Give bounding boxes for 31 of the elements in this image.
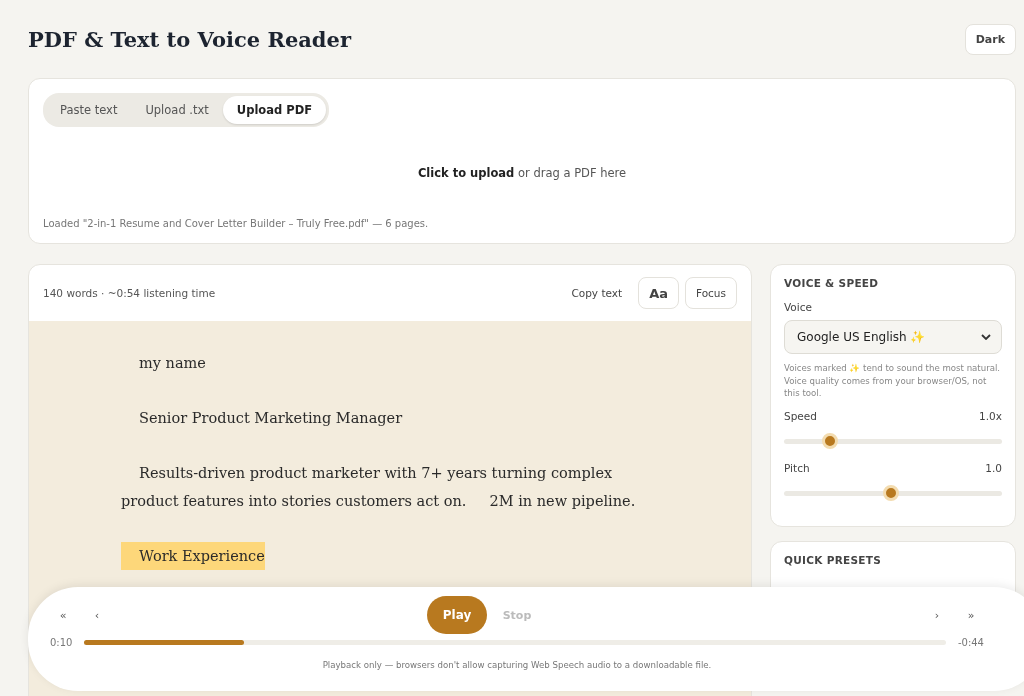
slider-thumb[interactable] xyxy=(882,484,899,501)
source-tab[interactable]: Upload .txt xyxy=(131,96,223,124)
source-tab[interactable]: Upload PDF xyxy=(222,96,327,124)
upload-status: Loaded "2-in-1 Resume and Cover Letter Builder – Truly Free.pdf" — 6 pages. xyxy=(43,218,430,229)
slider-reading: 1.0 xyxy=(985,461,1002,474)
reading-stats: 140 words · ~0:54 listening time xyxy=(43,287,217,299)
elapsed-time: 0:10 xyxy=(50,637,73,648)
remaining-time: -0:44 xyxy=(957,637,984,648)
panel-heading: QUICK PRESETS xyxy=(784,553,883,566)
paragraph: my name xyxy=(138,354,207,373)
dropzone-text[interactable]: Click to upload or drag a PDF here xyxy=(417,165,627,180)
voice-hint: Voices marked ✨ tend to sound the most natural. Voice quality comes from your browser/OS, not this tool. xyxy=(784,362,1002,400)
chevron-down-icon xyxy=(981,334,991,340)
playback-note: Playback only — browsers don't allow capturing Web Speech audio to a downloadable file. xyxy=(321,660,713,670)
voice-select[interactable]: Google US English ✨ xyxy=(784,320,1002,354)
slider-label: Pitch xyxy=(784,461,810,474)
copy-text-button[interactable]: Copy text xyxy=(561,277,633,309)
slider-reading: 1.0x xyxy=(979,409,1002,422)
panel-heading: VOICE & SPEED xyxy=(784,277,880,289)
highlighted-paragraph: Work Experience xyxy=(121,542,265,570)
play-button[interactable]: Play xyxy=(427,596,487,634)
focus-button[interactable]: Focus xyxy=(685,277,737,309)
source-tab[interactable]: Paste text xyxy=(46,96,132,124)
paragraph: Senior Product Marketing Manager xyxy=(138,409,404,428)
font-button[interactable]: Aa xyxy=(638,277,679,309)
field-label: Voice xyxy=(784,301,812,313)
paragraph: Results-driven product marketer with 7+ years turning complex product features into stories customers act on. 2M in new pipeline. xyxy=(121,464,637,511)
slider-label: Speed xyxy=(784,409,817,422)
slider-thumb[interactable] xyxy=(821,432,838,449)
page-title: PDF & Text to Voice Reader xyxy=(28,26,351,52)
theme-toggle-button[interactable]: Dark xyxy=(964,23,1016,55)
